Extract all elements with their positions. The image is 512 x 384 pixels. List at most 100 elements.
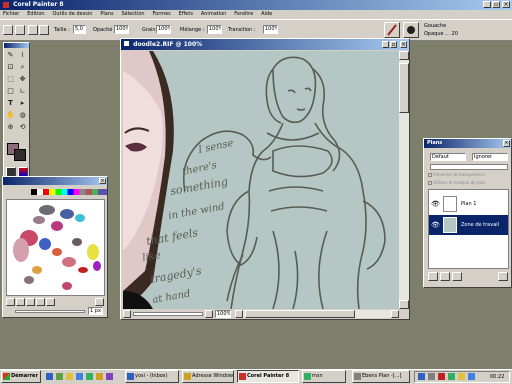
scroll-thumb-horizontal[interactable] <box>245 310 355 318</box>
opacity-field[interactable]: 100% <box>114 25 129 34</box>
layer-opacity-slider[interactable] <box>430 164 508 170</box>
scroll-right-button[interactable] <box>391 310 399 318</box>
transition-field[interactable]: 100% <box>263 25 278 34</box>
layer-row-selected[interactable]: 👁 Zone de travail <box>429 215 508 235</box>
horizontal-scrollbar[interactable] <box>235 310 399 318</box>
scroll-up-button[interactable] <box>399 51 409 60</box>
reset-tool-button[interactable] <box>3 25 13 35</box>
layer-row[interactable]: 👁 Plan 1 <box>429 194 508 214</box>
mixing-field[interactable]: 100% <box>207 25 222 34</box>
mixer-size-slider[interactable] <box>15 310 85 313</box>
mixer-sample-icon[interactable] <box>36 298 45 306</box>
close-button[interactable]: × <box>502 1 510 8</box>
taskbar-item-extra[interactable]: Ebens Plan -[...] <box>352 370 410 383</box>
lasso-tool-icon[interactable]: ⬚ <box>6 75 15 84</box>
composite-method-select[interactable]: Défaut <box>430 153 466 161</box>
dynamic-plugins-button[interactable] <box>440 272 450 281</box>
mixer-trash-icon[interactable] <box>95 298 104 306</box>
zoom-slider[interactable] <box>133 312 203 316</box>
tray-update-icon[interactable] <box>458 373 465 380</box>
mixer-mix-icon[interactable] <box>26 298 35 306</box>
stroke-type-button[interactable] <box>28 25 38 35</box>
eye-icon[interactable]: 👁 <box>431 221 440 229</box>
crop-tool-icon[interactable]: ⊡ <box>6 63 15 72</box>
tray-network-icon[interactable] <box>418 373 425 380</box>
mixer-size-field[interactable]: 1 px <box>88 307 103 315</box>
eye-icon[interactable]: 👁 <box>431 200 440 208</box>
preserve-transparency-checkbox[interactable] <box>428 173 432 177</box>
variant-selector-icon[interactable] <box>403 22 419 38</box>
mixer-apply-color-icon[interactable] <box>16 298 25 306</box>
size-field[interactable]: 5,0 <box>73 25 86 34</box>
brush-variant[interactable]: Opaque ... 20 <box>424 31 458 37</box>
doc-minimize-button[interactable]: _ <box>382 41 389 48</box>
menu-help[interactable]: Aide <box>258 10 275 19</box>
layer-mask-option[interactable]: Utiliser le masque de plan <box>428 180 508 187</box>
menu-edit[interactable]: Edition <box>24 10 47 19</box>
quicklaunch-desktop-icon[interactable] <box>56 373 63 380</box>
magnifier-tool-icon[interactable]: ⌕ <box>18 63 27 72</box>
taskbar-item-window[interactable]: Adresse Window <box>182 370 234 383</box>
pen-tool-icon[interactable]: ▸ <box>18 99 27 108</box>
canvas[interactable]: I sense there's something in the wind th… <box>123 51 399 309</box>
menu-select[interactable]: Sélection <box>119 10 148 19</box>
zoom-out-button[interactable] <box>123 310 131 318</box>
brush-category[interactable]: Gouache <box>424 23 446 29</box>
taskbar-item-painter[interactable]: Corel Painter 8 <box>237 370 299 383</box>
tray-messenger-icon[interactable] <box>448 373 455 380</box>
grabber-tool-icon[interactable]: ✋ <box>6 111 15 120</box>
rotate-tool-icon[interactable]: ⟲ <box>18 123 27 132</box>
quicklaunch-extra-icon[interactable] <box>106 373 113 380</box>
doc-close-button[interactable]: × <box>400 41 407 48</box>
start-button[interactable]: Démarrer <box>1 370 41 383</box>
quicklaunch-outlook-icon[interactable] <box>66 373 73 380</box>
grain-field[interactable]: 100% <box>156 25 171 34</box>
composite-depth-select[interactable]: Ignorer <box>472 153 508 161</box>
mixer-zoom-icon[interactable] <box>46 298 55 306</box>
brush-tool-button[interactable] <box>15 25 25 35</box>
taskbar-item-msn[interactable]: msn <box>302 370 346 383</box>
scroll-thumb-vertical[interactable] <box>399 63 409 113</box>
mixer-color-row[interactable] <box>31 189 107 195</box>
zoom-tool-icon[interactable]: ⊕ <box>6 123 15 132</box>
tray-antivirus-icon[interactable] <box>438 373 445 380</box>
preserve-transparency-option[interactable]: Préserver la transparence <box>428 172 508 179</box>
menu-effects[interactable]: Effets <box>176 10 196 19</box>
line-tool-icon[interactable]: ∟ <box>18 87 27 96</box>
taskbar-item-mail[interactable]: yosi - (Inbox) <box>125 370 179 383</box>
menu-shapes[interactable]: Formes <box>149 10 173 19</box>
minimize-button[interactable]: _ <box>483 1 491 8</box>
zoom-level-field[interactable]: 100% <box>215 310 231 318</box>
stroke-type-button-2[interactable] <box>39 25 49 35</box>
dropper-tool-icon[interactable]: ⌇ <box>18 51 27 60</box>
brush-selector-icon[interactable] <box>384 22 400 38</box>
scroll-left-button[interactable] <box>235 310 243 318</box>
quicklaunch-messenger-icon[interactable] <box>86 373 93 380</box>
layer-commands-button[interactable] <box>428 272 438 281</box>
maximize-button[interactable]: ▫ <box>492 1 500 8</box>
mixer-pad[interactable] <box>6 199 105 296</box>
menu-canvas[interactable]: Outils de dessin <box>50 10 96 19</box>
menu-file[interactable]: Fichier <box>0 10 22 19</box>
mixer-dirty-brush-icon[interactable] <box>6 298 15 306</box>
layers-close-button[interactable]: × <box>503 140 510 147</box>
move-tool-icon[interactable]: ✥ <box>18 75 27 84</box>
tray-extra-icon[interactable] <box>468 373 475 380</box>
secondary-color-swatch[interactable] <box>14 149 26 161</box>
quicklaunch-folder-icon[interactable] <box>96 373 103 380</box>
quicklaunch-media-icon[interactable] <box>76 373 83 380</box>
tray-volume-icon[interactable] <box>428 373 435 380</box>
mixer-close-button[interactable]: × <box>99 178 106 184</box>
menu-movie[interactable]: Animation <box>198 10 230 19</box>
new-layer-button[interactable] <box>452 272 462 281</box>
zoom-in-button[interactable] <box>205 310 213 318</box>
text-tool-icon[interactable]: T <box>6 99 15 108</box>
paint-bucket-icon[interactable]: ◍ <box>18 111 27 120</box>
brush-tool-icon[interactable]: ✎ <box>6 51 15 60</box>
layer-mask-checkbox[interactable] <box>428 181 432 185</box>
menu-window[interactable]: Fenêtre <box>231 10 256 19</box>
quicklaunch-ie-icon[interactable] <box>46 373 53 380</box>
scroll-down-button[interactable] <box>399 300 409 309</box>
vertical-scrollbar[interactable] <box>399 51 409 309</box>
menu-layers[interactable]: Plans <box>97 10 116 19</box>
